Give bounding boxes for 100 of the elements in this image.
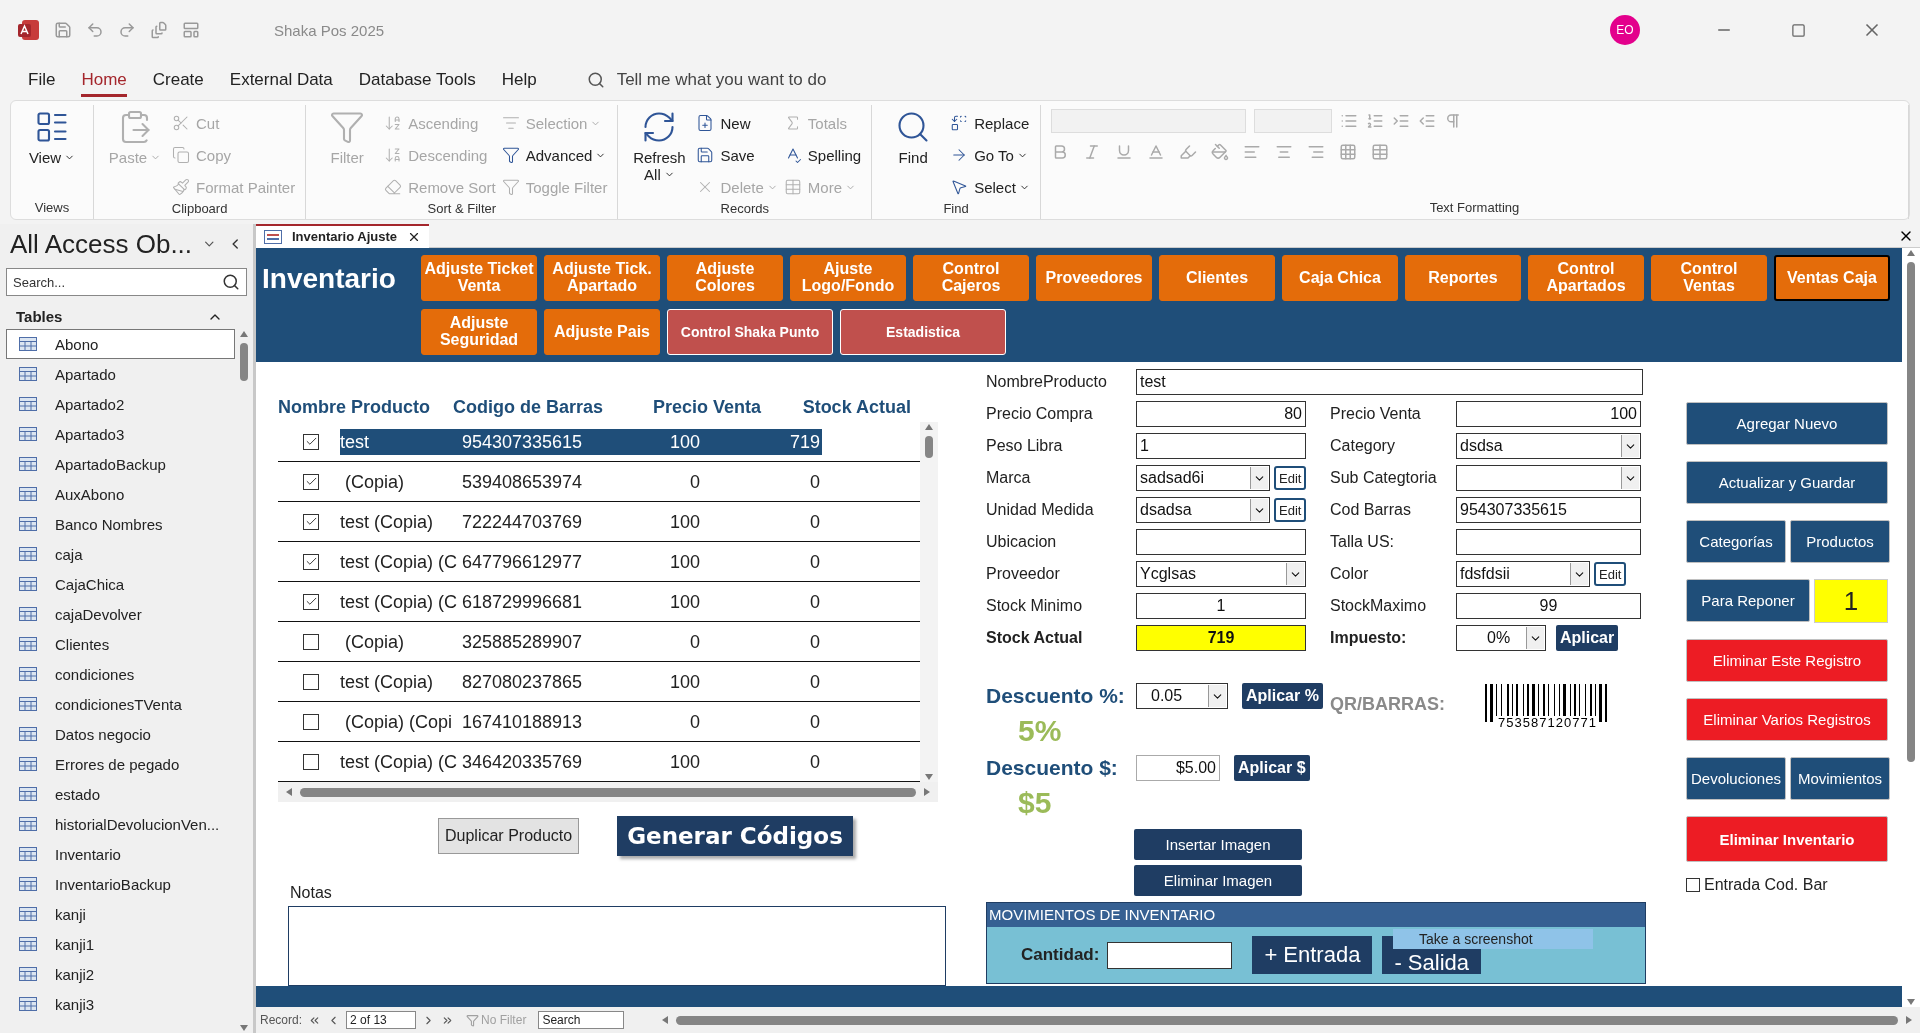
combo-box[interactable]: dsdsa [1456,433,1641,460]
generate-codes-button[interactable]: Generar Códigos [617,816,853,857]
table-item[interactable]: caja [6,539,235,569]
apply-button[interactable]: Aplicar $ [1234,755,1310,782]
quantity-field[interactable] [1107,941,1233,969]
input-field[interactable]: 1 [1136,593,1306,620]
table-item[interactable]: kanji3 [6,989,235,1019]
input-field[interactable] [1136,529,1306,556]
menu-tab[interactable]: Help [501,63,537,97]
combo-box[interactable] [1456,465,1641,492]
outdent-icon[interactable] [1417,112,1436,130]
checkbox[interactable] [1686,878,1700,893]
scroll-left-icon[interactable] [660,1015,671,1025]
bullets-icon[interactable] [1339,112,1358,130]
row-checkbox[interactable] [303,553,319,570]
action-button[interactable]: Actualizar y Guardar [1686,461,1888,505]
input-field[interactable]: 80 [1136,401,1306,428]
document-tab[interactable]: Inventario Ajuste [256,223,429,248]
scroll-up-icon[interactable] [924,422,934,433]
table-item[interactable]: condicionesTVenta [6,689,235,719]
horizontal-scrollbar[interactable] [278,782,938,803]
edit-button[interactable]: Edit [1274,498,1307,523]
table-item[interactable]: Datos negocio [6,719,235,749]
table-item[interactable]: InventarioBackup [6,869,235,899]
record-field[interactable]: 2 of 13 [346,1011,417,1029]
notes-field[interactable] [288,906,946,987]
row-checkbox[interactable] [303,513,319,530]
ribbon-button[interactable]: Save [696,141,778,169]
scroll-thumb[interactable] [300,787,916,797]
action-button[interactable]: Eliminar Este Registro [1686,639,1888,683]
nav-button[interactable]: Estadistica [840,309,1006,355]
input-field[interactable]: 99 [1456,593,1641,620]
layout-icon[interactable] [182,21,200,39]
row-checkbox[interactable] [303,473,319,490]
action-button[interactable]: Categorías [1686,520,1786,564]
scroll-thumb[interactable] [240,343,248,381]
action-button[interactable]: Movimientos [1790,757,1890,801]
input-field[interactable]: 954307335615 [1456,497,1641,524]
align-left-icon[interactable] [1242,143,1261,161]
user-avatar[interactable]: EO [1610,15,1640,45]
table-item[interactable]: Inventario [6,839,235,869]
edit-button[interactable]: Edit [1274,466,1307,491]
undo-icon[interactable] [86,21,104,39]
menu-tab[interactable]: External Data [229,63,333,97]
scroll-down-icon[interactable] [239,1023,249,1033]
scroll-up-icon[interactable] [239,329,249,339]
table-item[interactable]: cajaDevolver [6,599,235,629]
maximize-icon[interactable] [1790,22,1806,38]
table-item[interactable]: Abono [6,329,235,359]
save-icon[interactable] [54,21,72,39]
image-button[interactable]: Eliminar Imagen [1134,865,1302,897]
row-checkbox[interactable] [303,753,319,770]
combo-box[interactable]: fdsfdsii [1456,561,1590,588]
row-checkbox[interactable] [303,593,319,610]
input-field[interactable]: 719 [1136,625,1306,652]
duplicate-button[interactable]: Duplicar Producto [438,818,580,855]
ribbon-button[interactable]: New [696,109,778,137]
menu-tab[interactable]: Create [152,63,204,97]
tell-me-field[interactable]: Tell me what you want to do [616,70,827,90]
numbering-icon[interactable] [1365,112,1384,130]
ribbon-button[interactable]: Replace [950,109,1030,137]
edit-button[interactable]: Edit [1594,562,1627,587]
input-field[interactable]: test [1136,369,1643,396]
menu-tab[interactable]: Home [81,63,127,97]
section-header[interactable]: Tables [16,308,63,325]
search-field[interactable]: Search... [6,268,247,296]
scroll-left-icon[interactable] [284,787,294,798]
ribbon-button[interactable]: Go To [950,141,1030,169]
row-checkbox[interactable] [303,713,319,730]
action-button[interactable]: Eliminar Inventario [1686,816,1888,863]
fill-icon[interactable] [1210,143,1229,161]
table-icon[interactable] [1370,143,1389,161]
ribbon-button[interactable]: Refresh All [628,109,691,183]
highlight-icon[interactable] [1178,143,1197,161]
ribbon-button[interactable]: Advanced [501,141,608,169]
table-item[interactable]: historialDevolucionVen... [6,809,235,839]
table-item[interactable]: ApartadoBackup [6,449,235,479]
ribbon-button[interactable]: Select [950,173,1030,201]
table-item[interactable]: kanji2 [6,959,235,989]
action-button[interactable]: Eliminar Varios Registros [1686,698,1888,742]
indent-icon[interactable] [1391,112,1410,130]
combo-box[interactable]: Ycglsas [1136,561,1306,588]
table-item[interactable]: kanji1 [6,929,235,959]
action-button[interactable]: Para Reponer [1686,579,1810,623]
input-field[interactable]: $5.00 [1136,755,1220,782]
combo-box[interactable]: 0% [1456,625,1546,652]
underline-icon[interactable] [1114,143,1133,161]
image-button[interactable]: Insertar Imagen [1134,829,1302,861]
menu-tab[interactable]: File [28,63,56,97]
ribbon-button[interactable]: Find [882,109,945,166]
scrollbar[interactable] [920,422,938,783]
scroll-thumb[interactable] [1907,262,1915,762]
table-item[interactable]: Errores de pegado [6,749,235,779]
ribbon-button[interactable]: Spelling [783,141,862,169]
table-item[interactable]: kanji [6,899,235,929]
gridlines-icon[interactable] [1338,143,1357,161]
scroll-right-icon[interactable] [1904,1015,1914,1025]
movement-button[interactable]: + Entrada [1252,936,1373,975]
document-icon[interactable] [150,21,168,39]
row-checkbox[interactable] [303,673,319,690]
